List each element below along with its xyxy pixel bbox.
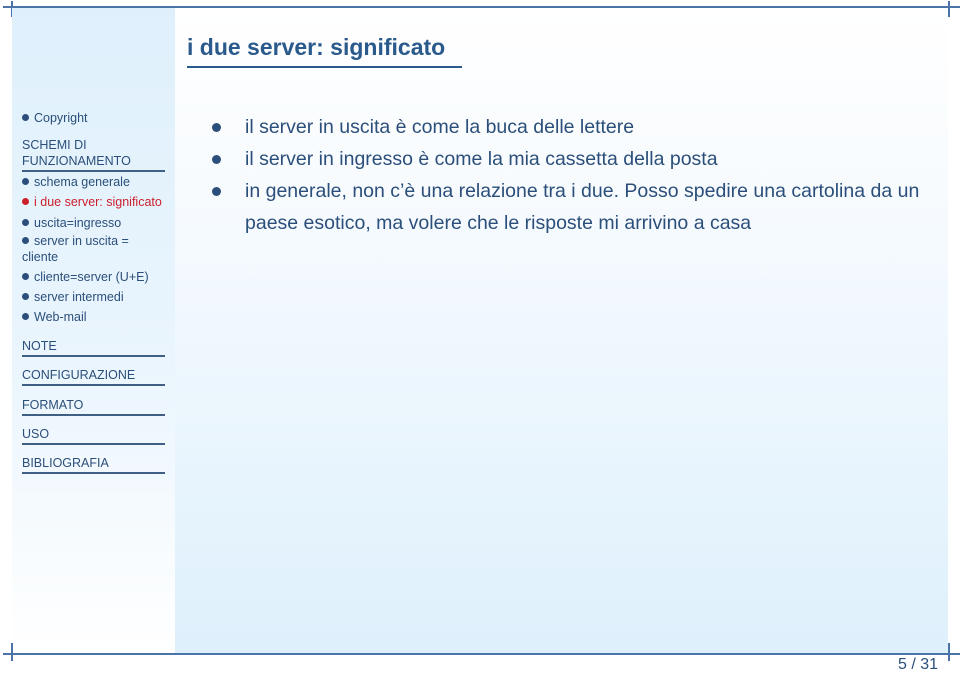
sidebar-section-formato[interactable]: FORMATO	[22, 397, 165, 416]
content-bullet-list: il server in uscita è come la buca delle…	[210, 111, 930, 239]
content-bullet: il server in uscita è come la buca delle…	[210, 111, 930, 143]
sidebar-section-note[interactable]: NOTE	[22, 338, 165, 357]
sidebar-item-copyright[interactable]: Copyright	[22, 110, 88, 126]
bullet-icon	[22, 313, 29, 320]
bullet-icon	[22, 114, 29, 121]
sidebar-item-schema-generale[interactable]: schema generale	[22, 174, 130, 190]
bullet-icon	[22, 198, 29, 205]
sidebar-section-configurazione[interactable]: CONFIGURAZIONE	[22, 367, 165, 386]
sidebar-section-uso[interactable]: USO	[22, 426, 165, 445]
bullet-icon	[22, 273, 29, 280]
bullet-icon	[212, 187, 221, 196]
sidebar-section-bibliografia[interactable]: BIBLIOGRAFIA	[22, 455, 165, 474]
sidebar	[12, 8, 175, 654]
slide-body	[175, 8, 948, 654]
sidebar-item-cliente-server[interactable]: cliente=server (U+E)	[22, 269, 149, 285]
bullet-icon	[22, 293, 29, 300]
bullet-icon	[212, 123, 221, 132]
bullet-icon	[22, 237, 29, 244]
content-bullet: in generale, non c’è una relazione tra i…	[210, 175, 930, 239]
bottom-left-crop-mark	[11, 643, 13, 661]
bottom-frame-line	[3, 653, 960, 655]
sidebar-item-web-mail[interactable]: Web-mail	[22, 309, 87, 325]
bullet-icon	[212, 155, 221, 164]
slide-title: i due server: significato	[187, 34, 446, 60]
sidebar-section-schemi-di-funzionamento[interactable]: SCHEMI DI FUNZIONAMENTO	[22, 137, 165, 172]
sidebar-item-i-due-server-significato[interactable]: i due server: significato	[22, 194, 162, 210]
page-number: 5 / 31	[897, 656, 938, 673]
sidebar-item-server-intermedi[interactable]: server intermedi	[22, 289, 124, 305]
title-underline	[187, 66, 462, 68]
bottom-right-crop-mark	[948, 643, 950, 661]
content-bullet: il server in ingresso è come la mia cass…	[210, 143, 930, 175]
top-right-crop-mark	[948, 1, 950, 17]
bullet-icon	[22, 219, 29, 226]
bullet-icon	[22, 178, 29, 185]
sidebar-item-server-in-uscita-cliente[interactable]: server in uscita = cliente	[22, 233, 157, 265]
sidebar-item-uscita-ingresso[interactable]: uscita=ingresso	[22, 215, 121, 231]
